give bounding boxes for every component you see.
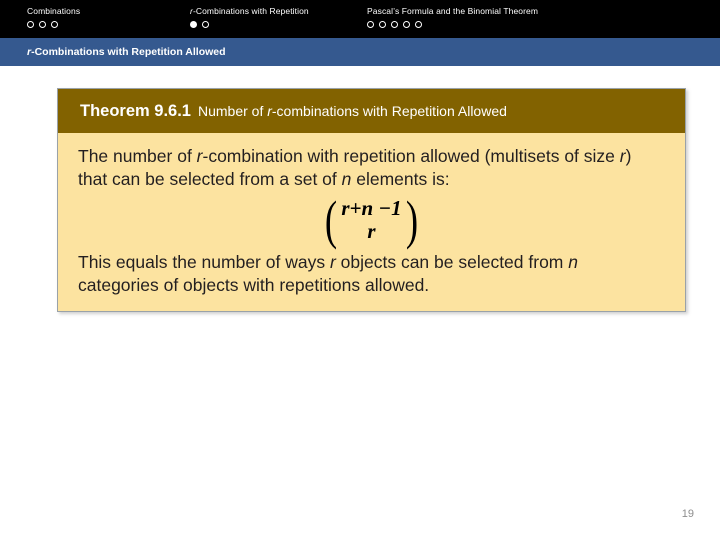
nav-dot[interactable] [51,21,58,28]
nav-progress-dots-pascals-formula [367,21,538,28]
right-paren-glyph: ) [405,190,418,250]
binomial-denominator: r [367,219,376,243]
paragraph2-variable-n: n [568,252,578,272]
nav-label-text: Pascal’s Formula and the Binomial Theore… [367,6,539,16]
theorem-header: Theorem 9.6.1 Number of r-combinations w… [58,89,685,133]
binomial-coefficient-formula: ( r+n −1 r ) [322,190,420,250]
nav-dot[interactable] [391,21,398,28]
binomial-stack: r+n −1 r [340,197,402,243]
theorem-paragraph-1: The number of r-combination with repetit… [78,145,653,191]
nav-dot[interactable] [403,21,410,28]
nav-label-text: -Combinations with Repetition [192,6,309,16]
nav-dot[interactable] [367,21,374,28]
paragraph1-variable-n: n [341,169,352,189]
paragraph2-seg2: objects can be selected from [335,252,569,272]
left-paren-glyph: ( [325,190,338,250]
paragraph2-seg3: categories of objects with repetitions a… [78,275,430,295]
nav-section-pascals-formula[interactable]: Pascal’s Formula and the Binomial Theore… [367,0,538,38]
nav-dot[interactable] [379,21,386,28]
nav-dot[interactable] [202,21,209,28]
theorem-subtitle-post: -combinations with Repetition Allowed [271,103,507,119]
nav-progress-dots-combinations [27,21,80,28]
paragraph1-seg2: -combination with repetition allowed (mu… [202,146,620,166]
theorem-subtitle-pre: Number of [197,103,268,119]
section-title-bar: r-Combinations with Repetition Allowed [0,38,720,66]
nav-dot-active[interactable] [190,21,197,28]
nav-dot[interactable] [27,21,34,28]
nav-dot[interactable] [39,21,46,28]
nav-progress-dots-r-combinations [190,21,309,28]
nav-section-pascals-formula-label: Pascal’s Formula and the Binomial Theore… [367,0,538,16]
nav-section-r-combinations-with-repetition[interactable]: r-Combinations with Repetition [190,0,309,38]
top-navigation-bar: Combinations r-Combinations with Repetit… [0,0,720,38]
paragraph1-seg1: The number of [78,146,197,166]
section-title: r-Combinations with Repetition Allowed [0,38,720,66]
theorem-paragraph-2: This equals the number of ways r objects… [78,251,653,297]
nav-section-combinations[interactable]: Combinations [27,0,80,38]
binomial-formula-wrapper: ( r+n −1 r ) [78,190,665,250]
theorem-body: The number of r -combination with repetit… [58,133,685,311]
page-number: 19 [681,508,694,520]
theorem-callout-box: Theorem 9.6.1 Number of r-combinations w… [57,88,686,312]
theorem-subtitle: Number of r-combinations with Repetition… [198,103,507,119]
binomial-numerator: r+n −1 [341,196,402,220]
paragraph1-seg4: elements is: [351,169,450,189]
section-title-text: -Combinations with Repetition Allowed [31,46,226,58]
nav-dot[interactable] [415,21,422,28]
theorem-number: Theorem 9.6.1 [80,101,191,120]
nav-label-text: Combinations [27,6,81,16]
nav-section-r-combinations-label: r-Combinations with Repetition [190,0,309,16]
nav-section-combinations-label: Combinations [27,0,80,16]
paragraph2-seg1: This equals the number of ways [78,252,330,272]
